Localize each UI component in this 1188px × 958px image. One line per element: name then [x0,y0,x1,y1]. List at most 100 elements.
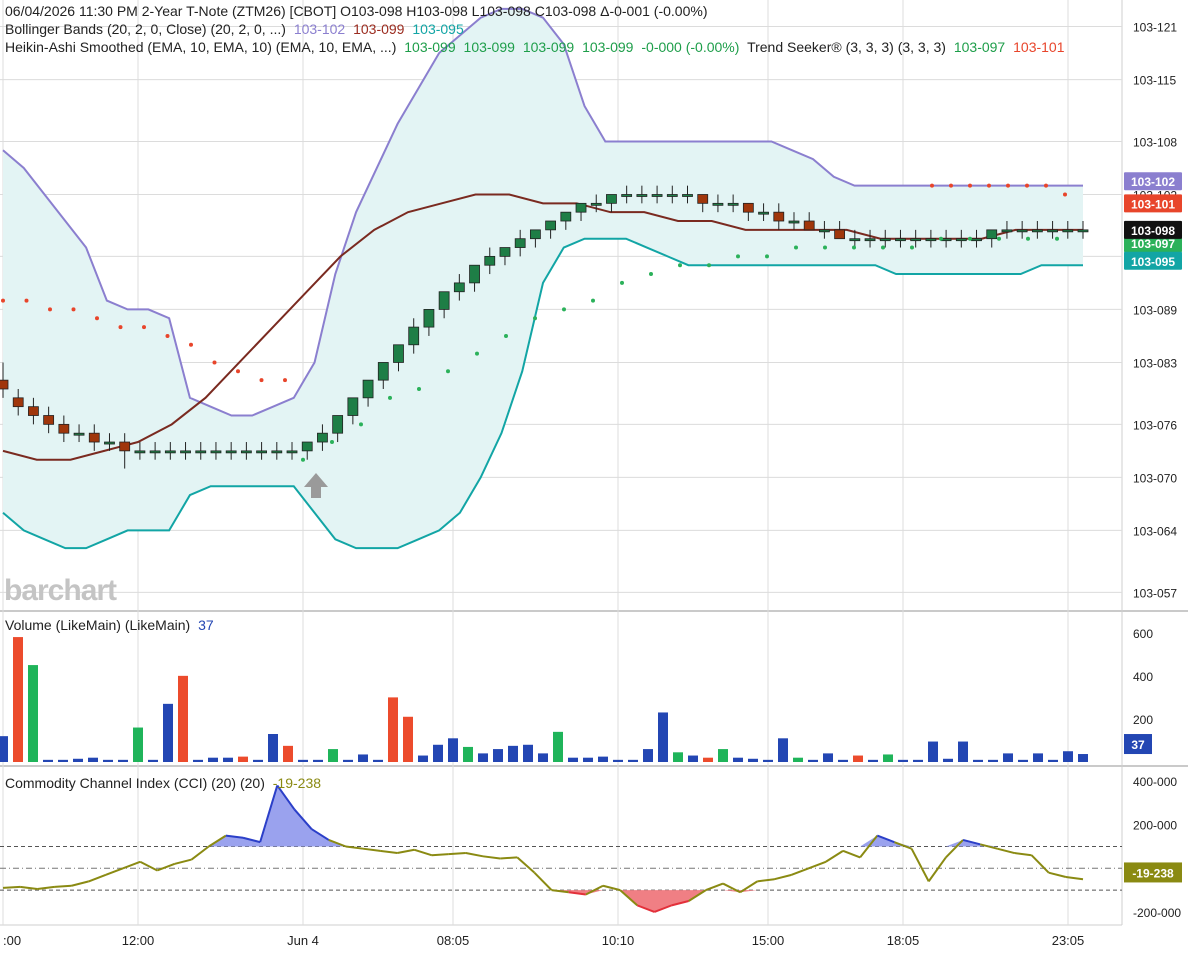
trend-seeker-green-dot [301,457,305,462]
bollinger-lower-value: 103-095 [412,21,464,37]
volume-bar [1063,751,1073,762]
volume-legend: Volume (LikeMain) (LikeMain) 37 [5,617,214,633]
trend-seeker-red-dot [212,360,217,365]
candle-body [453,282,465,293]
candle-body [971,238,982,242]
price-badge-label: 103-097 [1131,237,1175,251]
volume-bar [808,759,818,762]
trend-seeker-green-dot [330,440,334,445]
candle-body [12,397,24,408]
trend-seeker-green-dot [823,245,827,250]
volume-bar [553,731,563,762]
candle-body [408,326,420,346]
candle-body [849,238,861,242]
candle-body [834,229,846,240]
candle-body [545,220,557,231]
volume-label: Volume (LikeMain) (LikeMain) [5,617,190,633]
candle-body [423,309,435,328]
candle-body [73,432,85,436]
volume-bar [793,757,803,762]
price-tick-label: 103-083 [1133,356,1177,370]
candle-body [469,264,480,284]
cci-line-segment [431,853,449,857]
volume-bar [1078,754,1088,762]
trend-seeker-red-dot [142,325,146,330]
volume-bar [73,758,83,762]
volume-bar [598,756,608,762]
trend-seeker-green-dot [765,254,769,259]
volume-bar [763,759,773,762]
cci-label: Commodity Channel Index (CCI) (20) (20) [5,775,265,791]
candle-body [788,220,800,224]
cci-line-segment [54,884,72,888]
time-label: 10:10 [602,933,635,948]
volume-bar [478,753,488,762]
trend-seeker-red-dot [1006,183,1010,188]
candle-body [1077,229,1089,233]
time-label: Jun 4 [287,933,319,948]
volume-bar [433,744,443,762]
time-label: 15:00 [752,933,785,948]
trend-seeker-red-dot [1044,183,1048,188]
candle-body [134,450,146,454]
volume-bar [853,755,863,762]
trend-seeker-red-dot [259,378,264,383]
candle-body [666,194,678,197]
candle-body [347,397,359,416]
volume-bar [568,757,578,762]
chart-canvas[interactable]: :00 12:00 Jun 4 08:05 10:10 15:00 18:05 23:05 10… [0,0,1188,953]
volume-bar [148,759,158,762]
candle-body [0,379,9,390]
volume-bar [583,757,593,762]
cci-line-segment [2,885,21,889]
cci-tick-label: 200-000 [1133,819,1177,833]
candle-body [606,194,617,204]
trend-seeker-green-dot [359,422,363,427]
volume-bar [1018,759,1028,762]
volume-bar [133,727,143,762]
volume-bar [343,759,353,762]
cci-legend: Commodity Channel Index (CCI) (20) (20) … [5,775,321,791]
header-line1: 06/04/2026 11:30 PM 2-Year T-Note (ZTM26… [5,3,707,19]
volume-bar [163,703,173,762]
trend-seeker-green-dot [852,245,856,250]
volume-bar [403,716,413,762]
cci-line-segment [500,856,518,860]
candle-body [28,406,39,416]
price-tick-label: 103-115 [1133,74,1176,88]
volume-bar [13,637,23,762]
volume-bar [958,741,968,762]
volume-bar [418,755,428,762]
candle-body [955,238,967,242]
trend-seeker-green-dot [997,236,1001,241]
candle-body [499,247,511,257]
volume-bar [28,665,38,762]
trend-seeker-red-dot [71,307,76,312]
volume-bar [253,759,263,762]
candle-body [362,379,374,399]
volume-bar [268,734,278,762]
volume-bar [658,712,668,762]
candle-body [88,432,100,443]
price-tick-label: 103-064 [1133,524,1177,538]
volume-bar [358,754,368,762]
bollinger-label: Bollinger Bands (20, 2, 0, Close) (20, 2… [5,21,286,37]
heikin-ashi-value-close: 103-099 [582,39,634,55]
candle-body [651,194,663,197]
bollinger-upper-value: 103-102 [294,21,346,37]
candle-body [256,450,267,454]
volume-tick-label: 400 [1133,670,1153,684]
heikin-ashi-change: -0-000 (-0.00%) [641,39,739,55]
candle-body [1062,229,1074,233]
candle-body [636,194,648,197]
time-label: 08:05 [437,933,470,948]
volume-bar [178,675,188,762]
trend-seeker-green-dot [910,245,914,250]
volume-bar [328,749,338,762]
cci-line-segment [448,852,466,856]
candle-body [590,202,602,206]
volume-bar [718,749,728,762]
volume-bar [928,741,938,762]
volume-value: 37 [198,617,214,633]
volume-bar [673,752,683,762]
